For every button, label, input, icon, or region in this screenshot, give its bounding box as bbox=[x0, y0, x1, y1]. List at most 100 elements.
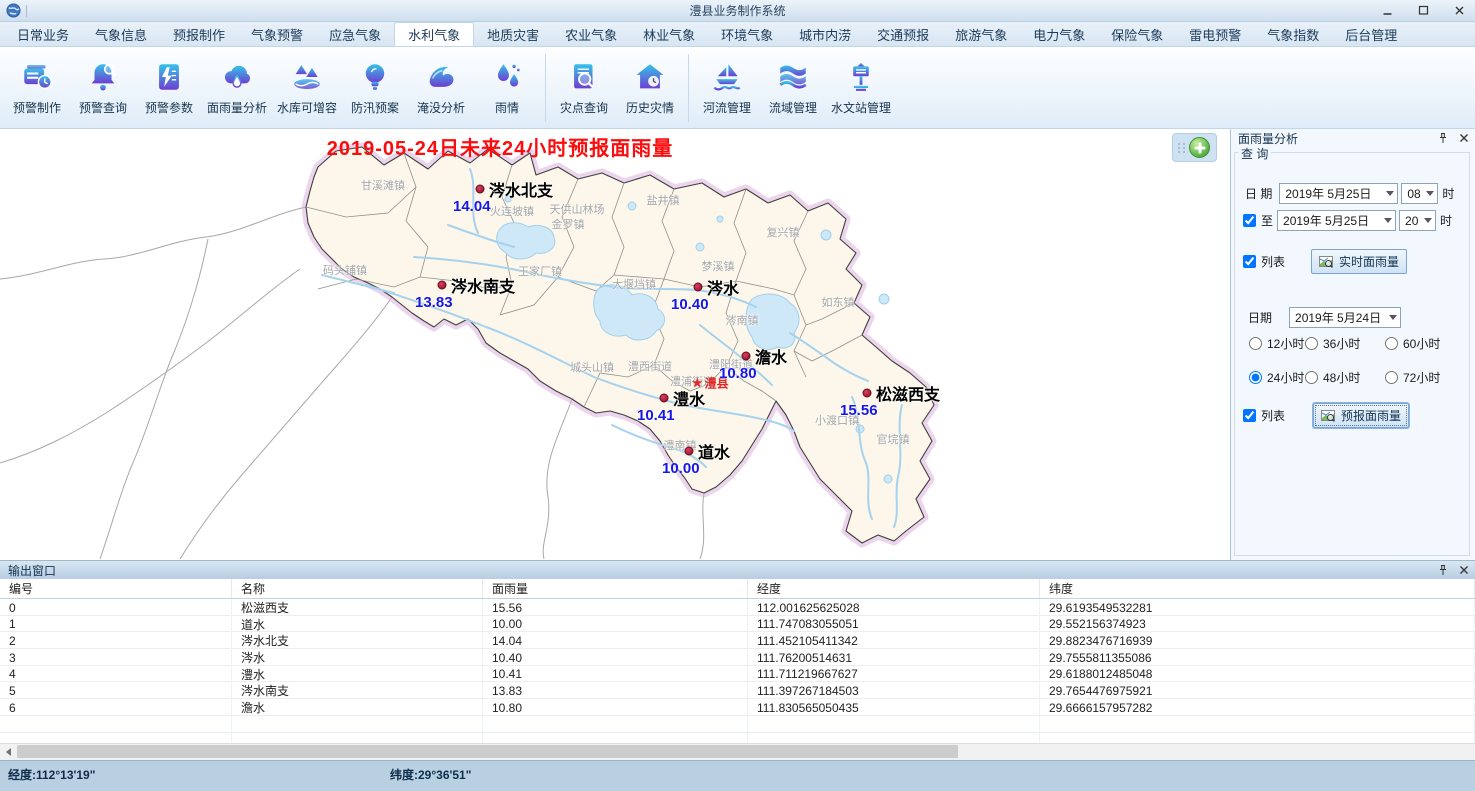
toolbar-button[interactable]: 防汛预案 bbox=[344, 60, 406, 116]
scrollbar-thumb[interactable] bbox=[17, 745, 958, 758]
duration-radio[interactable]: 36小时 bbox=[1305, 335, 1385, 352]
table-row[interactable]: 4澧水10.41111.71121966762729.6188012485048 bbox=[0, 666, 1475, 683]
menu-item[interactable]: 林业气象 bbox=[630, 22, 708, 46]
pin-icon[interactable] bbox=[1437, 132, 1449, 144]
town-label: 王家厂镇 bbox=[518, 263, 562, 279]
menu-item[interactable]: 农业气象 bbox=[552, 22, 630, 46]
menu-item[interactable]: 预报制作 bbox=[160, 22, 238, 46]
duration-radio[interactable]: 48小时 bbox=[1305, 369, 1385, 386]
table-row[interactable]: 6澹水10.80111.83056505043529.6666157957282 bbox=[0, 699, 1475, 716]
table-row[interactable]: 1道水10.00111.74708305505129.552156374923 bbox=[0, 616, 1475, 633]
chevron-down-icon bbox=[1389, 315, 1397, 320]
duration-radio[interactable]: 12小时 bbox=[1249, 335, 1305, 352]
close-icon[interactable] bbox=[1458, 132, 1470, 144]
horizontal-scrollbar[interactable] bbox=[0, 743, 1475, 760]
menu-item[interactable]: 应急气象 bbox=[316, 22, 394, 46]
window-close-button[interactable] bbox=[1452, 3, 1467, 18]
station-marker[interactable] bbox=[438, 281, 447, 290]
query-hour-select[interactable]: 08 bbox=[1401, 183, 1438, 204]
table-row[interactable]: 5涔水南支13.83111.39726718450329.76544769759… bbox=[0, 682, 1475, 699]
menu-item[interactable]: 气象信息 bbox=[82, 22, 160, 46]
toolbar-button[interactable]: 河流管理 bbox=[696, 60, 758, 116]
toolbar-button[interactable]: 雨情 bbox=[476, 60, 538, 116]
list-checkbox[interactable] bbox=[1243, 255, 1256, 268]
menu-item[interactable]: 雷电预警 bbox=[1176, 22, 1254, 46]
radio-input[interactable] bbox=[1305, 371, 1318, 384]
window-minimize-button[interactable] bbox=[1380, 3, 1395, 18]
disaster-history-icon bbox=[633, 60, 667, 94]
station-marker[interactable] bbox=[694, 283, 703, 292]
forecast-date-select[interactable]: 2019年 5月24日 bbox=[1289, 307, 1401, 328]
menu-item[interactable]: 旅游气象 bbox=[942, 22, 1020, 46]
table-row[interactable]: 3涔水10.40111.7620051463129.7555811355086 bbox=[0, 649, 1475, 666]
menu-item[interactable]: 日常业务 bbox=[4, 22, 82, 46]
toolbar-button[interactable]: 淹没分析 bbox=[410, 60, 472, 116]
radio-label: 72小时 bbox=[1403, 369, 1440, 386]
table-row[interactable]: 2涔水北支14.04111.45210541134229.88234767169… bbox=[0, 632, 1475, 649]
zoom-in-button plus-icon[interactable] bbox=[1189, 137, 1210, 158]
station-value: 10.80 bbox=[719, 365, 757, 382]
column-header[interactable]: 名称 bbox=[232, 579, 483, 598]
toolbar-button[interactable]: 预警参数 bbox=[138, 60, 200, 116]
drag-handle-icon bbox=[1178, 143, 1185, 153]
column-header[interactable]: 经度 bbox=[748, 579, 1040, 598]
toolbar-button[interactable]: 灾点查询 bbox=[553, 60, 615, 116]
radio-input[interactable] bbox=[1385, 371, 1398, 384]
duration-radio[interactable]: 24小时 bbox=[1249, 369, 1305, 386]
duration-radio[interactable]: 72小时 bbox=[1385, 369, 1440, 386]
to-checkbox[interactable] bbox=[1243, 214, 1256, 227]
column-header[interactable]: 编号 bbox=[0, 579, 232, 598]
toolbar-button[interactable]: 预警制作 bbox=[6, 60, 68, 116]
map-zoom-control[interactable] bbox=[1172, 133, 1217, 162]
table-cell-empty bbox=[232, 716, 483, 732]
map-area[interactable]: 2019-05-24日未来24小时预报面雨量 甘溪滩镇火连坡镇天供山林场金罗镇盐… bbox=[0, 129, 1229, 560]
radio-input[interactable] bbox=[1249, 337, 1262, 350]
scroll-left-arrow-icon[interactable] bbox=[0, 744, 16, 759]
chevron-down-icon bbox=[1386, 191, 1394, 196]
query-to-hour-select[interactable]: 20 bbox=[1399, 210, 1436, 231]
station-marker[interactable] bbox=[476, 185, 485, 194]
station-marker[interactable] bbox=[863, 389, 872, 398]
station-name: 涔水南支 bbox=[451, 273, 515, 297]
menu-item[interactable]: 电力气象 bbox=[1020, 22, 1098, 46]
station-name: 涔水 bbox=[707, 275, 739, 299]
menu-item[interactable]: 环境气象 bbox=[708, 22, 786, 46]
map-canvas[interactable] bbox=[0, 129, 1229, 560]
menu-item[interactable]: 水利气象 bbox=[394, 22, 474, 46]
menu-item[interactable]: 气象指数 bbox=[1254, 22, 1332, 46]
menu-item[interactable]: 后台管理 bbox=[1332, 22, 1410, 46]
status-bar: 经度:112°13'19" 纬度:29°36'51" bbox=[0, 760, 1475, 791]
station-marker[interactable] bbox=[685, 447, 694, 456]
realtime-rainfall-button[interactable]: 实时面雨量 bbox=[1311, 249, 1407, 274]
radio-input[interactable] bbox=[1305, 337, 1318, 350]
query-to-date-select[interactable]: 2019年 5月25日 bbox=[1277, 210, 1396, 231]
window-maximize-button[interactable] bbox=[1416, 3, 1431, 18]
table-cell: 涔水北支 bbox=[232, 632, 483, 649]
radio-input[interactable] bbox=[1385, 337, 1398, 350]
radio-input[interactable] bbox=[1249, 371, 1262, 384]
menu-item[interactable]: 保险气象 bbox=[1098, 22, 1176, 46]
forecast-list-checkbox[interactable] bbox=[1243, 409, 1256, 422]
pin-icon[interactable] bbox=[1437, 564, 1449, 576]
toolbar-button[interactable]: 水库可增容 bbox=[274, 60, 340, 116]
table-cell: 5 bbox=[0, 682, 232, 699]
menu-item[interactable]: 地质灾害 bbox=[474, 22, 552, 46]
menu-item[interactable]: 城市内涝 bbox=[786, 22, 864, 46]
toolbar-button[interactable]: 面雨量分析 bbox=[204, 60, 270, 116]
menu-item[interactable]: 交通预报 bbox=[864, 22, 942, 46]
station-marker[interactable] bbox=[660, 394, 669, 403]
toolbar-button[interactable]: 流域管理 bbox=[762, 60, 824, 116]
table-row[interactable]: 0松滋西支15.56112.00162562502829.61935495322… bbox=[0, 599, 1475, 616]
station-marker[interactable] bbox=[742, 352, 751, 361]
column-header[interactable]: 面雨量 bbox=[483, 579, 748, 598]
menu-item[interactable]: 气象预警 bbox=[238, 22, 316, 46]
duration-radio-group: 12小时36小时60小时 24小时48小时 72小时 bbox=[1249, 335, 1440, 386]
toolbar-button[interactable]: 水文站管理 bbox=[828, 60, 894, 116]
toolbar-button[interactable]: 预警查询 bbox=[72, 60, 134, 116]
close-icon[interactable] bbox=[1458, 564, 1470, 576]
query-date-select[interactable]: 2019年 5月25日 bbox=[1279, 183, 1398, 204]
forecast-rainfall-button[interactable]: 预报面雨量 bbox=[1313, 403, 1409, 428]
duration-radio[interactable]: 60小时 bbox=[1385, 335, 1440, 352]
column-header[interactable]: 纬度 bbox=[1040, 579, 1475, 598]
toolbar-button[interactable]: 历史灾情 bbox=[619, 60, 681, 116]
